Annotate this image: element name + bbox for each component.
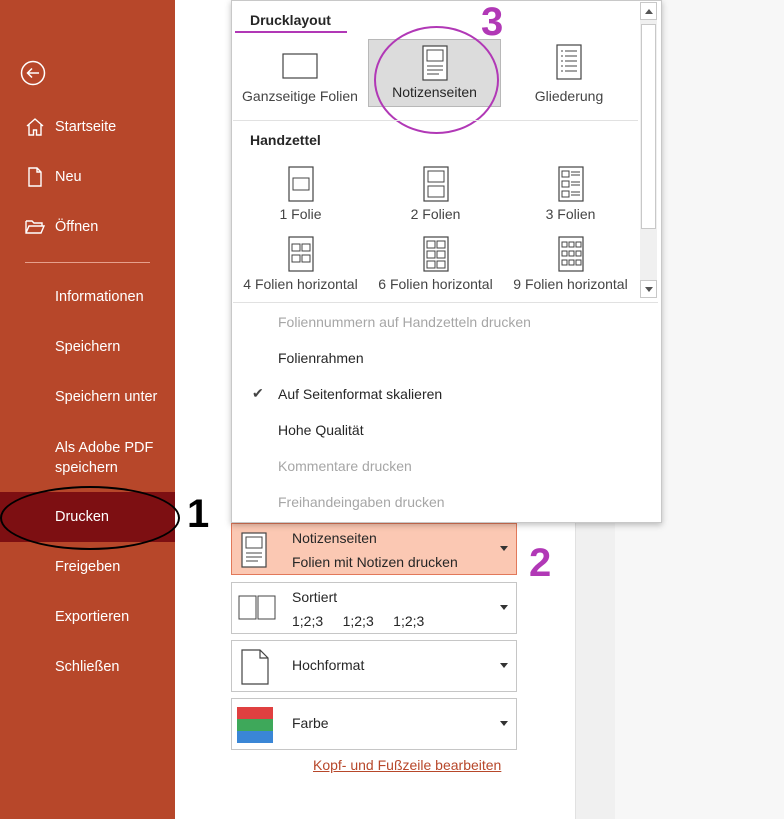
layout-label: Gliederung — [534, 88, 604, 104]
dropdown-separator — [233, 302, 658, 303]
setting-title: Sortiert — [292, 589, 338, 605]
orientation-setting-dropdown[interactable]: Hochformat — [231, 640, 517, 692]
new-document-icon — [24, 166, 46, 188]
option-frame-slides[interactable]: Folienrahmen — [278, 350, 364, 366]
option-high-quality[interactable]: Hohe Qualität — [278, 422, 364, 438]
sidebar-item-startseite[interactable]: Startseite — [0, 107, 175, 147]
handout-9-icon — [503, 236, 638, 272]
sidebar-item-oeffnen[interactable]: Öffnen — [0, 207, 175, 247]
chevron-down-icon — [500, 663, 508, 668]
sidebar-item-speichern-unter[interactable]: Speichern unter — [0, 377, 175, 417]
annotation-oval-1 — [0, 486, 180, 550]
gallery-scrollbar[interactable] — [640, 2, 657, 298]
chevron-up-icon — [645, 9, 653, 14]
sidebar-item-label: Startseite — [55, 119, 117, 135]
handout-4-horizontal[interactable]: 4 Folien horizontal — [233, 236, 368, 292]
option-slide-numbers: Foliennummern auf Handzetteln drucken — [278, 314, 531, 330]
sidebar-divider — [25, 262, 150, 263]
outline-icon — [505, 44, 633, 80]
chevron-down-icon — [500, 605, 508, 610]
scroll-up-button[interactable] — [640, 2, 657, 20]
color-setting-dropdown[interactable]: Farbe — [231, 698, 517, 750]
sidebar-item-label: Neu — [55, 169, 82, 185]
setting-title: Farbe — [292, 715, 329, 731]
chevron-down-icon — [500, 721, 508, 726]
handout-label: 6 Folien horizontal — [378, 276, 493, 292]
sidebar-item-informationen[interactable]: Informationen — [0, 277, 175, 317]
sidebar-item-freigeben[interactable]: Freigeben — [0, 547, 175, 587]
sidebar-item-label: Speichern — [55, 339, 121, 355]
print-layout-heading: Drucklayout — [250, 12, 331, 28]
edit-header-footer-link[interactable]: Kopf- und Fußzeile bearbeiten — [313, 757, 501, 773]
handout-1-icon — [233, 166, 368, 202]
layout-setting-dropdown[interactable]: Notizenseiten Folien mit Notizen drucken — [231, 523, 517, 575]
handout-6-icon — [368, 236, 503, 272]
folder-open-icon — [24, 216, 46, 238]
setting-subtitle: Folien mit Notizen drucken — [292, 554, 458, 570]
sidebar-item-label: Speichern unter — [55, 389, 158, 405]
handout-label: 1 Folie — [279, 206, 322, 222]
option-scale-to-fit[interactable]: Auf Seitenformat skalieren — [278, 386, 442, 402]
collate-setting-dropdown[interactable]: Sortiert 1;2;3 1;2;3 1;2;3 — [231, 582, 517, 634]
sidebar-item-label: Öffnen — [55, 219, 99, 235]
layout-outline[interactable]: Gliederung — [505, 44, 633, 106]
layout-full-page-slides[interactable]: Ganzseitige Folien — [236, 46, 364, 108]
handout-4-icon — [233, 236, 368, 272]
backstage-sidebar: Startseite Neu Öffnen Informationen Spei… — [0, 0, 175, 819]
collate-icon — [238, 595, 276, 624]
sidebar-item-schliessen[interactable]: Schließen — [0, 647, 175, 687]
option-print-comments: Kommentare drucken — [278, 458, 412, 474]
handout-label: 2 Folien — [410, 206, 461, 222]
sidebar-item-als-adobe-pdf-speichern[interactable]: Als Adobe PDF speichern — [0, 437, 175, 479]
sidebar-item-label: Freigeben — [55, 559, 121, 575]
handout-3-icon — [503, 166, 638, 202]
handout-2-slides[interactable]: 2 Folien — [368, 166, 503, 222]
sidebar-item-label: Informationen — [55, 289, 144, 305]
handout-2-icon — [368, 166, 503, 202]
back-arrow-icon[interactable] — [20, 60, 46, 86]
dropdown-separator — [233, 120, 638, 121]
annotation-number-2: 2 — [529, 541, 552, 585]
notes-page-icon — [238, 531, 270, 572]
setting-title: Hochformat — [292, 657, 365, 673]
home-icon — [24, 116, 46, 138]
handout-3-slides[interactable]: 3 Folien — [503, 166, 638, 222]
sidebar-item-neu[interactable]: Neu — [0, 157, 175, 197]
handout-1-slide[interactable]: 1 Folie — [233, 166, 368, 222]
handout-label: 9 Folien horizontal — [513, 276, 628, 292]
chevron-down-icon — [500, 546, 508, 551]
annotation-oval-3 — [374, 26, 499, 134]
setting-subtitle: 1;2;3 1;2;3 1;2;3 — [292, 613, 425, 629]
color-icon — [237, 707, 273, 746]
handout-label: 4 Folien horizontal — [243, 276, 358, 292]
checkmark-icon: ✔ — [252, 385, 264, 401]
portrait-page-icon — [240, 648, 270, 689]
scroll-down-button[interactable] — [640, 280, 657, 298]
layout-label: Ganzseitige Folien — [242, 88, 358, 104]
sidebar-item-speichern[interactable]: Speichern — [0, 327, 175, 367]
chevron-down-icon — [645, 287, 653, 292]
full-page-slide-icon — [236, 50, 364, 80]
annotation-number-1: 1 — [187, 492, 210, 536]
sidebar-item-label: Exportieren — [55, 609, 130, 625]
handout-label: 3 Folien — [545, 206, 596, 222]
setting-title: Notizenseiten — [292, 530, 377, 546]
handouts-heading: Handzettel — [250, 132, 321, 148]
sidebar-item-label: Schließen — [55, 659, 120, 675]
sidebar-item-label: Als Adobe PDF speichern — [55, 440, 154, 476]
sidebar-item-exportieren[interactable]: Exportieren — [0, 597, 175, 637]
handout-9-horizontal[interactable]: 9 Folien horizontal — [503, 236, 638, 292]
handout-6-horizontal[interactable]: 6 Folien horizontal — [368, 236, 503, 292]
scroll-thumb[interactable] — [641, 24, 656, 229]
annotation-underline — [235, 31, 347, 33]
option-print-ink: Freihandeingaben drucken — [278, 494, 445, 510]
